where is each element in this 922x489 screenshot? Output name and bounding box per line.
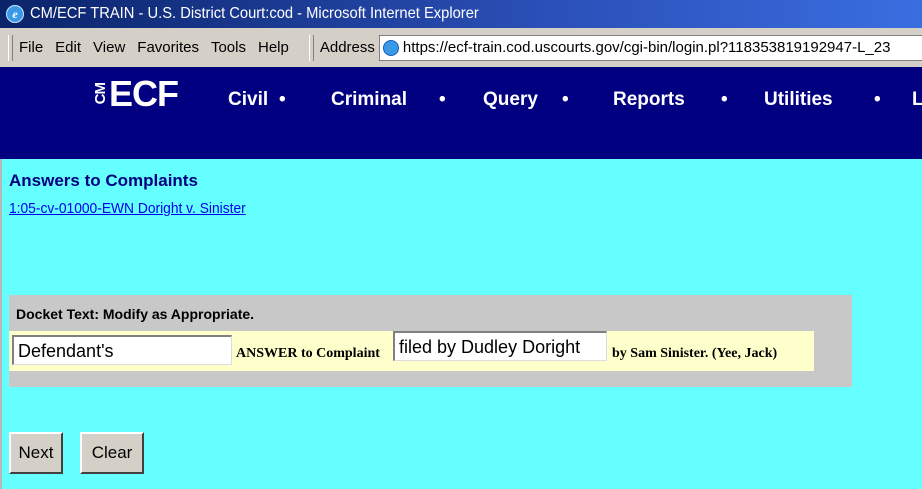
page-title: Answers to Complaints	[9, 171, 198, 190]
address-label: Address	[319, 39, 375, 56]
docket-filed-by-input[interactable]: filed by Dudley Doright	[393, 331, 607, 361]
page-icon	[382, 39, 399, 56]
address-field[interactable]: https://ecf-train.cod.uscourts.gov/cgi-b…	[378, 34, 922, 61]
menu-file[interactable]: File	[19, 39, 43, 56]
ecf-logo[interactable]: CM ECF	[92, 73, 179, 115]
ecf-nav-bar: CM ECF Civil • Criminal • Query • Report…	[0, 67, 922, 159]
window-title: CM/ECF TRAIN - U.S. District Court:cod -…	[30, 5, 479, 22]
nav-separator: •	[279, 89, 286, 110]
address-url[interactable]: https://ecf-train.cod.uscourts.gov/cgi-b…	[403, 39, 891, 56]
nav-separator: •	[874, 89, 881, 110]
nav-separator: •	[721, 89, 728, 110]
nav-reports[interactable]: Reports	[613, 89, 685, 111]
docket-text-panel: Docket Text: Modify as Appropriate. Defe…	[9, 295, 852, 387]
menu-bar: File Edit View Favorites Tools Help Addr…	[0, 28, 922, 68]
nav-separator: •	[562, 89, 569, 110]
content-left-border	[0, 159, 2, 489]
nav-query[interactable]: Query	[483, 89, 538, 111]
internet-explorer-icon: e	[6, 5, 24, 23]
logo-cm: CM	[92, 83, 109, 105]
nav-criminal[interactable]: Criminal	[331, 89, 407, 111]
menu-help[interactable]: Help	[258, 39, 289, 56]
toolbar-grip-address[interactable]	[308, 34, 314, 61]
docket-prefix-input[interactable]: Defendant's	[12, 335, 232, 365]
clear-button[interactable]: Clear	[80, 432, 144, 474]
docket-suffix-text: by Sam Sinister. (Yee, Jack)	[612, 346, 778, 361]
case-link[interactable]: 1:05-cv-01000-EWN Doright v. Sinister	[9, 200, 246, 217]
nav-utilities[interactable]: Utilities	[764, 89, 833, 111]
toolbar-grip[interactable]	[8, 34, 13, 61]
menu-edit[interactable]: Edit	[55, 39, 81, 56]
nav-logout[interactable]: L	[912, 89, 922, 111]
docket-answer-text: ANSWER to Complaint	[236, 346, 380, 361]
window-title-bar: e CM/ECF TRAIN - U.S. District Court:cod…	[0, 0, 922, 28]
menu-favorites[interactable]: Favorites	[137, 39, 199, 56]
docket-text-row: Defendant's ANSWER to Complaint filed by…	[9, 331, 814, 371]
nav-separator: •	[439, 89, 446, 110]
menu-view[interactable]: View	[93, 39, 125, 56]
logo-ecf: ECF	[109, 73, 179, 114]
nav-civil[interactable]: Civil	[228, 89, 268, 111]
docket-text-label: Docket Text: Modify as Appropriate.	[16, 306, 255, 322]
next-button[interactable]: Next	[9, 432, 63, 474]
menu-tools[interactable]: Tools	[211, 39, 246, 56]
